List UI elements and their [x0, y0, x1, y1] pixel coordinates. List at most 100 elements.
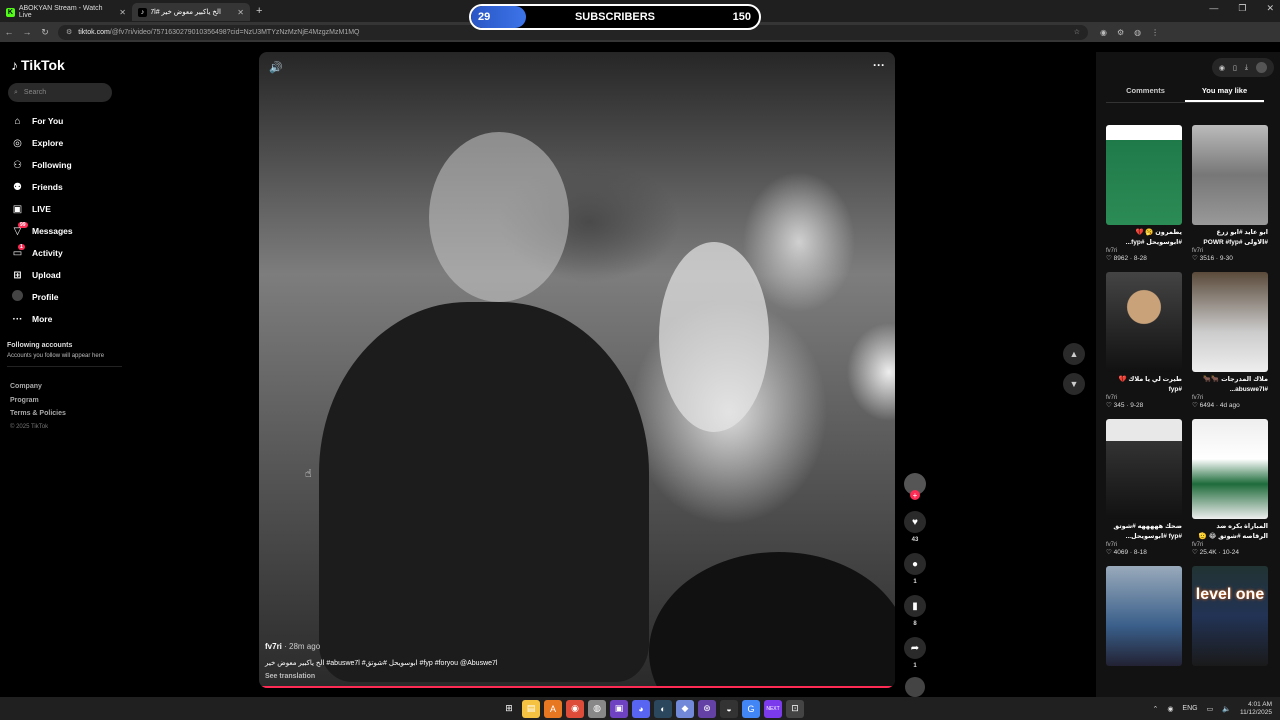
creator-avatar[interactable]: + [904, 473, 926, 500]
tray-app-icon[interactable]: ◉ [1167, 705, 1173, 713]
video-thumbnail[interactable] [1106, 125, 1182, 225]
like-button[interactable]: ♥ [904, 511, 926, 533]
video-thumbnail[interactable] [1192, 125, 1268, 225]
next-video-button[interactable]: ▼ [1063, 373, 1085, 395]
recommended-video-card[interactable]: ابو عايد #ابو زرع #الاولى #POWR #fyp fv7r… [1192, 125, 1268, 262]
video-thumbnail[interactable] [1192, 419, 1268, 519]
taskbar-app-icon[interactable]: ▤ [522, 699, 540, 718]
back-icon[interactable]: ← [0, 27, 18, 37]
video-author[interactable]: fv7ri · 28m ago [265, 642, 497, 651]
sidebar-item-label: For You [32, 116, 64, 126]
taskbar-app-icon[interactable]: A [544, 699, 562, 718]
sidebar-item-friends[interactable]: ⚉ Friends [11, 176, 73, 198]
tab-comments[interactable]: Comments [1106, 86, 1185, 102]
new-tab-button[interactable]: + [256, 5, 262, 17]
recommended-video-card[interactable]: يطمرون 🥱 💔 #ابوسويحل #fyp... fv7ri ♡ 8962 … [1106, 125, 1182, 262]
download-icon[interactable]: ⤓ [1245, 64, 1248, 72]
sidebar-item-live[interactable]: ▣ LIVE [11, 198, 73, 220]
live-icon: ▣ [12, 203, 23, 215]
search-input[interactable]: ⌕ Search [8, 83, 112, 102]
video-player[interactable]: 🔊 ··· fv7ri · 28m ago الخ ياكبير معوض خي… [259, 52, 895, 688]
video-thumbnail[interactable] [1106, 566, 1182, 666]
maximize-icon[interactable]: ❐ [1238, 3, 1246, 14]
author-name[interactable]: fv7ri [265, 642, 282, 651]
tab-title: ABOKYAN Stream - Watch Live [18, 5, 103, 19]
taskbar-app-icon[interactable]: ◒ [720, 699, 738, 718]
sidebar-item-for-you[interactable]: ⌂ For You [11, 110, 73, 132]
coin-icon[interactable]: ◉ [1219, 64, 1225, 72]
taskbar-app-icon[interactable]: ◕ [632, 699, 650, 718]
taskbar-app-icon[interactable]: ⊞ [500, 700, 518, 718]
language-indicator[interactable]: ENG [1182, 705, 1197, 712]
card-stats: ♡ 4069 · 8-18 [1106, 549, 1147, 556]
video-thumbnail[interactable] [1192, 272, 1268, 372]
follow-plus-icon[interactable]: + [910, 490, 920, 500]
taskbar-app-icon[interactable]: NEXT [764, 699, 782, 718]
recommended-video-card[interactable]: ملاك المدرجات 🐂🐂 #abuswe7l... fv7ri ♡ 6494… [1192, 272, 1268, 409]
see-translation-link[interactable]: See translation [265, 673, 497, 680]
sidebar-item-activity[interactable]: ▭ 1 Activity [11, 242, 73, 264]
sidebar-item-explore[interactable]: ◎ Explore [11, 132, 73, 154]
forward-icon[interactable]: → [18, 27, 36, 37]
video-thumbnail[interactable] [1106, 272, 1182, 372]
volume-icon[interactable]: 🔊 [269, 61, 283, 74]
share-count: 1 [913, 663, 917, 669]
comment-button[interactable]: ● [904, 553, 926, 575]
taskbar-app-icon[interactable]: ◐ [654, 699, 672, 718]
network-icon[interactable]: ▭ [1207, 705, 1214, 713]
sidebar-item-following[interactable]: ⚇ Following [11, 154, 73, 176]
extension-icon[interactable]: ◉ [1100, 28, 1107, 37]
video-progress-bar[interactable] [259, 686, 895, 688]
share-button[interactable]: ➦ [904, 637, 926, 659]
taskbar-app-icon[interactable]: G [742, 699, 760, 718]
recommended-video-card[interactable]: المباراة بكره ضد الرقاصه #شوتق 😂 🫡 fv7ri ♡… [1192, 419, 1268, 556]
minimize-icon[interactable]: — [1209, 3, 1218, 14]
video-thumbnail[interactable] [1106, 419, 1182, 519]
more-options-icon[interactable]: ··· [873, 58, 885, 72]
profile-icon[interactable]: ◍ [1134, 28, 1141, 37]
taskbar-app-icon[interactable]: ◉ [566, 699, 584, 718]
taskbar-app-icon[interactable]: ▣ [610, 699, 628, 718]
taskbar-app-icon[interactable]: ◆ [676, 699, 694, 718]
tiktok-logo[interactable]: ♪ TikTok [11, 57, 65, 73]
card-stats: ♡ 25.4K · 10-24 [1192, 549, 1240, 556]
save-button[interactable]: ▮ [904, 595, 926, 617]
video-thumbnail[interactable]: level one [1192, 566, 1268, 666]
puzzle-icon[interactable]: ⚙ [1117, 28, 1124, 37]
tab-tiktok[interactable]: ♪ الخ ياكبير معوض خير #abuswe7l ✕ [132, 3, 250, 21]
bookmark-star-icon[interactable]: ☆ [1074, 28, 1080, 36]
volume-icon[interactable]: 🔈 [1222, 705, 1231, 713]
taskbar-app-icon[interactable]: ⊡ [786, 699, 804, 718]
tab-you-may-like[interactable]: You may like [1185, 86, 1264, 102]
device-icon[interactable]: ▯ [1233, 64, 1237, 72]
recommended-video-card[interactable]: ضحك هههههه #شوتق #fyp #ابوسويحل... fv7ri ♡… [1106, 419, 1182, 556]
recommended-video-card[interactable]: level one [1192, 566, 1268, 666]
sidebar-item-profile[interactable]: Profile [11, 286, 73, 308]
footer-link-terms[interactable]: Terms & Policies [10, 407, 66, 421]
sidebar-item-label: Upload [32, 270, 61, 280]
taskbar-app-icon[interactable]: ⊛ [698, 699, 716, 718]
previous-video-button[interactable]: ▲ [1063, 343, 1085, 365]
music-disc-icon[interactable] [905, 677, 925, 697]
avatar[interactable] [1256, 62, 1267, 73]
footer-link-program[interactable]: Program [10, 394, 66, 408]
clock[interactable]: 4:01 AM 11/12/2025 [1240, 701, 1272, 717]
recommended-video-card[interactable] [1106, 566, 1182, 666]
recommended-grid: يطمرون 🥱 💔 #ابوسويحل #fyp... fv7ri ♡ 8962 … [1106, 125, 1270, 666]
tab-kick-stream[interactable]: K ABOKYAN Stream - Watch Live ✕ [0, 3, 132, 21]
close-icon[interactable]: ✕ [119, 8, 126, 17]
close-icon[interactable]: ✕ [237, 8, 244, 17]
taskbar-app-icon[interactable]: ◍ [588, 699, 606, 718]
recommended-video-card[interactable]: طيرت لي يا ملاك 💔 #fyp #ابوسويحل_التحدي.… [1106, 272, 1182, 409]
site-info-icon[interactable]: ⚙ [66, 28, 72, 36]
menu-icon[interactable]: ⋮ [1151, 28, 1159, 37]
close-window-icon[interactable]: ✕ [1266, 3, 1274, 14]
chevron-up-icon[interactable]: ⌃ [1152, 705, 1158, 713]
reload-icon[interactable]: ↻ [36, 27, 54, 38]
sidebar-item-messages[interactable]: ▽ 99 Messages [11, 220, 73, 242]
sidebar-item-more[interactable]: ··· More [11, 308, 73, 330]
like-count: 43 [911, 537, 919, 543]
subscriber-label: SUBSCRIBERS [574, 11, 656, 23]
sidebar-item-upload[interactable]: ⊞ Upload [11, 264, 73, 286]
footer-link-company[interactable]: Company [10, 380, 66, 394]
